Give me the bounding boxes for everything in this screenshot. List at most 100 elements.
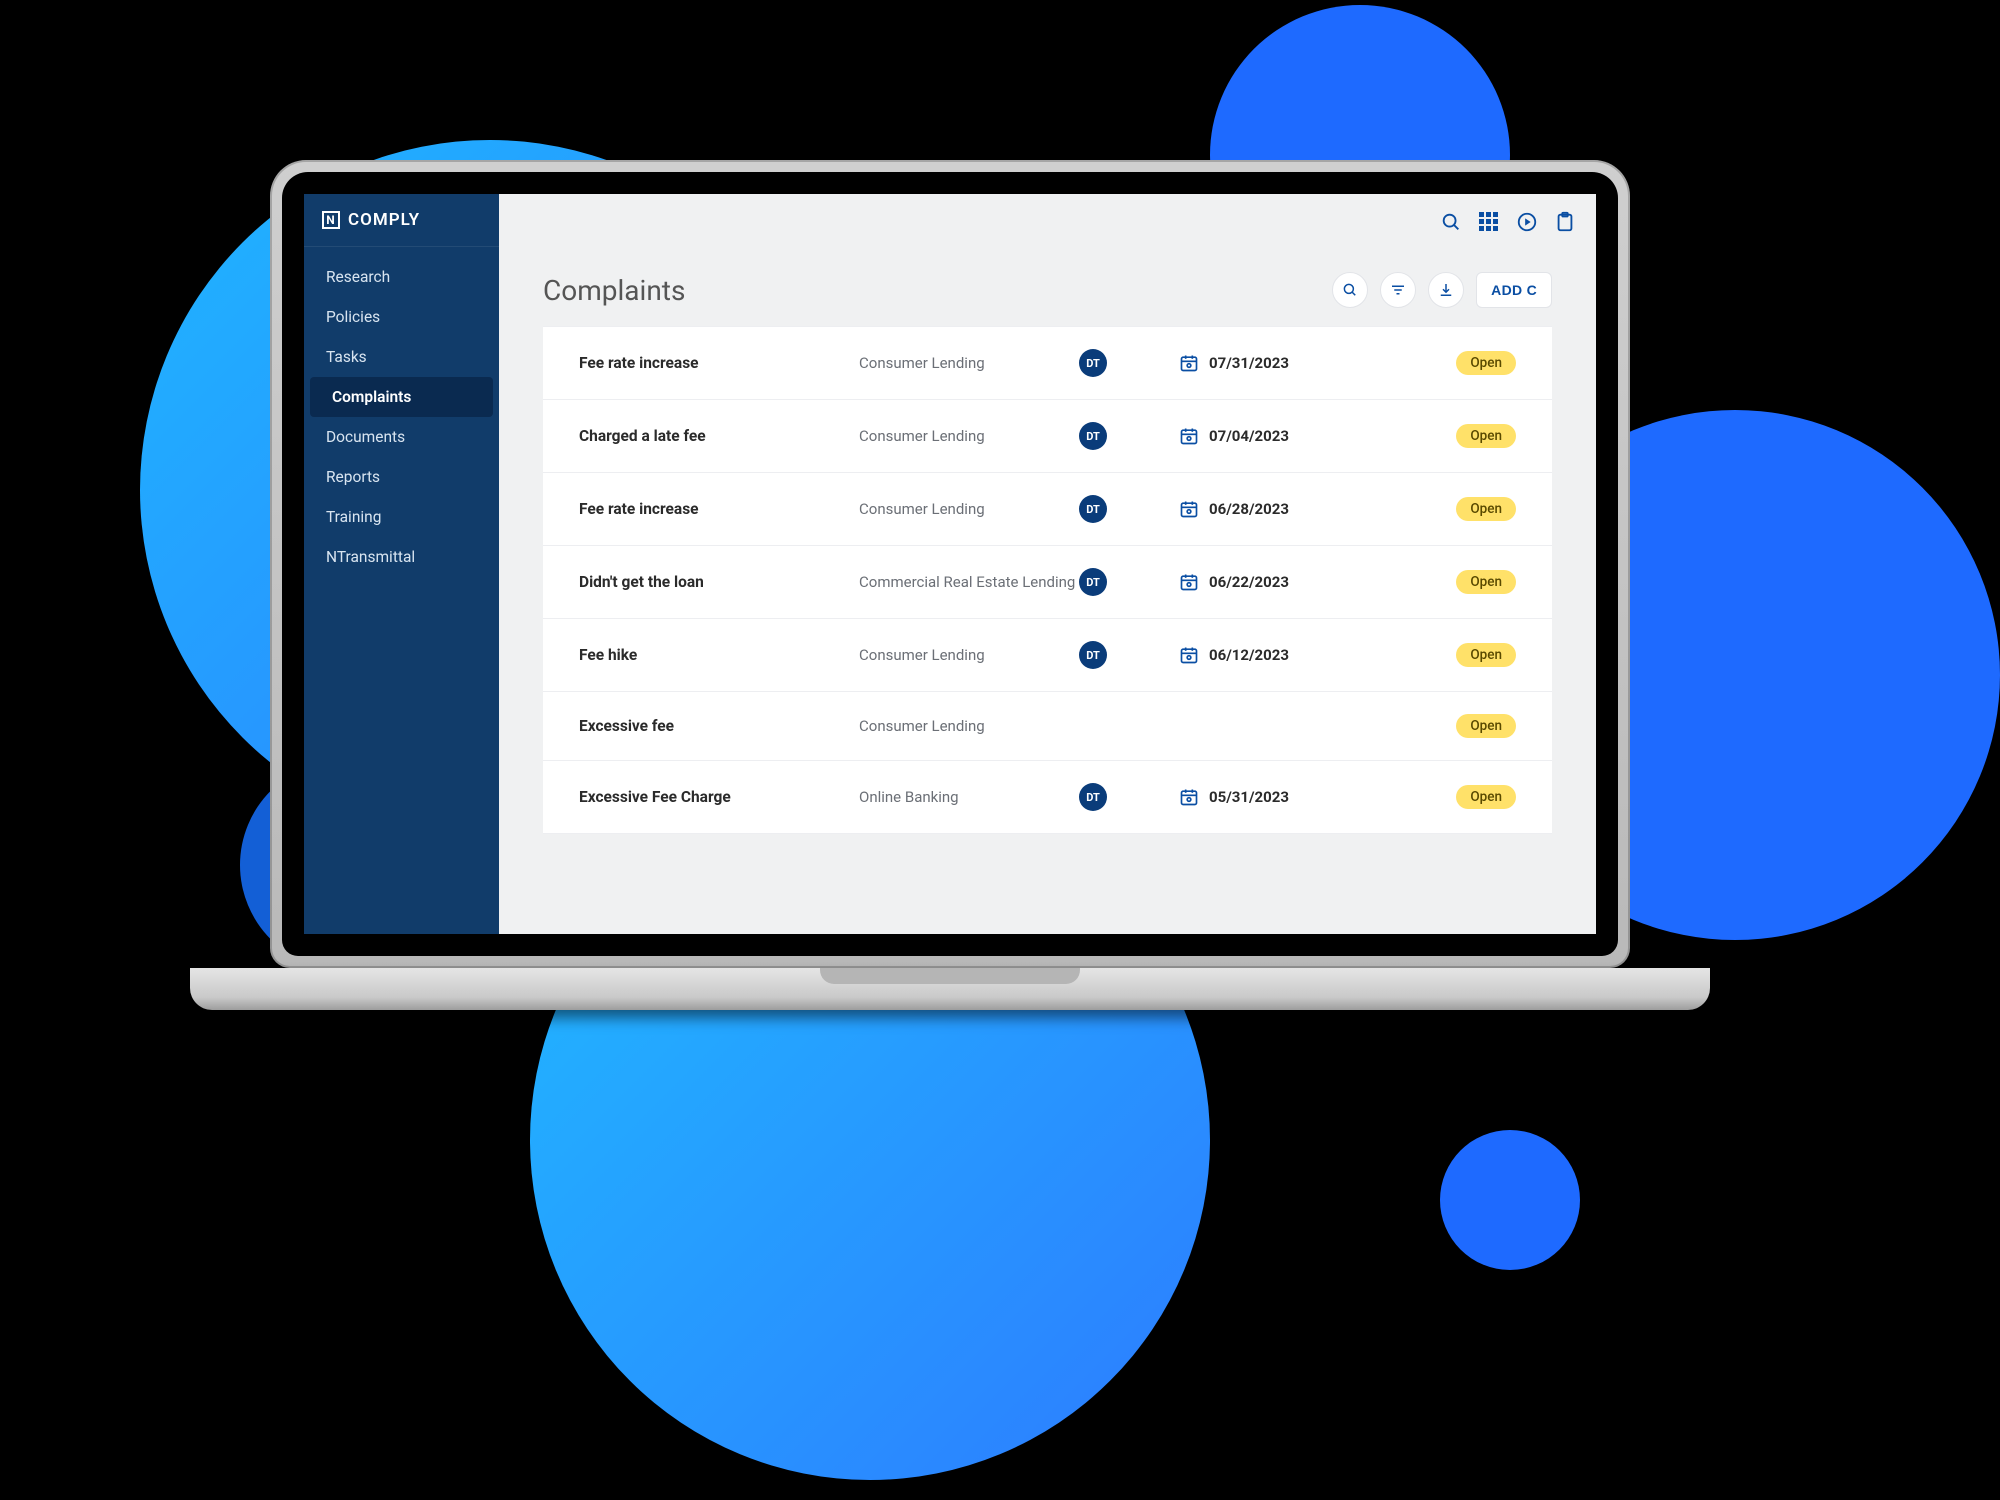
assignee-avatar[interactable]: DT xyxy=(1079,568,1107,596)
date-cell: 07/04/2023 xyxy=(1179,426,1369,446)
assignee-cell: DT xyxy=(1079,641,1179,669)
complaint-category: Consumer Lending xyxy=(859,500,1079,518)
sidebar-item-reports[interactable]: Reports xyxy=(304,457,499,497)
sidebar-item-ntransmittal[interactable]: NTransmittal xyxy=(304,537,499,577)
download-button[interactable] xyxy=(1428,272,1464,308)
status-badge: Open xyxy=(1456,424,1516,448)
sidebar-item-tasks[interactable]: Tasks xyxy=(304,337,499,377)
complaint-date: 06/28/2023 xyxy=(1209,500,1289,518)
complaint-category: Consumer Lending xyxy=(859,354,1079,372)
assignee-avatar[interactable]: DT xyxy=(1079,495,1107,523)
sidebar-item-research[interactable]: Research xyxy=(304,257,499,297)
table-row[interactable]: Fee rate increaseConsumer LendingDT 06/28… xyxy=(543,473,1552,546)
filter-button[interactable] xyxy=(1380,272,1416,308)
page-actions: ADD C xyxy=(1332,272,1552,308)
date-cell: 07/31/2023 xyxy=(1179,353,1369,373)
assignee-avatar[interactable]: DT xyxy=(1079,349,1107,377)
status-cell: Open xyxy=(1369,570,1516,594)
date-cell: 06/12/2023 xyxy=(1179,645,1369,665)
status-cell: Open xyxy=(1369,714,1516,738)
main-panel: Complaints ADD C xyxy=(499,194,1596,934)
help-icon[interactable] xyxy=(1516,211,1538,233)
sidebar-item-label: Policies xyxy=(326,308,380,326)
table-row[interactable]: Fee hikeConsumer LendingDT 06/12/2023 Open xyxy=(543,619,1552,692)
topbar xyxy=(499,194,1596,250)
status-badge: Open xyxy=(1456,643,1516,667)
status-badge: Open xyxy=(1456,570,1516,594)
complaint-date: 05/31/2023 xyxy=(1209,788,1289,806)
sidebar-nav: Research Policies Tasks Complaints Documents… xyxy=(304,247,499,577)
assignee-cell: DT xyxy=(1079,495,1179,523)
table-row[interactable]: Excessive Fee ChargeOnline BankingDT 05/3… xyxy=(543,761,1552,834)
complaint-category: Commercial Real Estate Lending xyxy=(859,573,1079,591)
date-cell: 05/31/2023 xyxy=(1179,787,1369,807)
complaint-title: Fee rate increase xyxy=(579,354,859,372)
sidebar: N COMPLY Research Policies Tasks Complaints… xyxy=(304,194,499,934)
sidebar-item-label: NTransmittal xyxy=(326,548,415,566)
table-row[interactable]: Fee rate increaseConsumer LendingDT 07/31… xyxy=(543,326,1552,400)
search-button[interactable] xyxy=(1332,272,1368,308)
complaint-category: Consumer Lending xyxy=(859,427,1079,445)
status-badge: Open xyxy=(1456,351,1516,375)
date-cell: 06/22/2023 xyxy=(1179,572,1369,592)
calendar-icon xyxy=(1179,499,1199,519)
sidebar-item-label: Reports xyxy=(326,468,380,486)
apps-grid-icon[interactable] xyxy=(1478,211,1500,233)
table-row[interactable]: Charged a late feeConsumer LendingDT 07/0… xyxy=(543,400,1552,473)
page-title: Complaints xyxy=(543,274,685,307)
sidebar-item-label: Complaints xyxy=(332,388,411,406)
complaint-title: Excessive fee xyxy=(579,717,859,735)
laptop-mock: N COMPLY Research Policies Tasks Complaints… xyxy=(270,160,1630,1010)
complaint-date: 06/22/2023 xyxy=(1209,573,1289,591)
brand-logo-icon: N xyxy=(322,211,340,229)
complaints-table: Fee rate increaseConsumer LendingDT07/31… xyxy=(543,326,1552,834)
complaint-title: Fee hike xyxy=(579,646,859,664)
sidebar-item-training[interactable]: Training xyxy=(304,497,499,537)
status-badge: Open xyxy=(1456,714,1516,738)
sidebar-item-policies[interactable]: Policies xyxy=(304,297,499,337)
calendar-icon xyxy=(1179,645,1199,665)
table-row[interactable]: Didn't get the loanCommercial Real Estat… xyxy=(543,546,1552,619)
complaint-title: Charged a late fee xyxy=(579,427,859,445)
page-header: Complaints ADD C xyxy=(499,250,1596,326)
brand-name: COMPLY xyxy=(348,210,420,230)
sidebar-item-label: Research xyxy=(326,268,390,286)
assignee-cell: DT xyxy=(1079,349,1179,377)
assignee-cell: DT xyxy=(1079,783,1179,811)
sidebar-item-label: Tasks xyxy=(326,348,367,366)
sidebar-item-documents[interactable]: Documents xyxy=(304,417,499,457)
sidebar-item-label: Documents xyxy=(326,428,405,446)
complaint-category: Online Banking xyxy=(859,788,1079,806)
complaint-date: 07/04/2023 xyxy=(1209,427,1289,445)
complaint-date: 06/12/2023 xyxy=(1209,646,1289,664)
status-cell: Open xyxy=(1369,497,1516,521)
search-icon[interactable] xyxy=(1440,211,1462,233)
calendar-icon xyxy=(1179,787,1199,807)
status-badge: Open xyxy=(1456,785,1516,809)
complaint-title: Didn't get the loan xyxy=(579,573,859,591)
status-cell: Open xyxy=(1369,351,1516,375)
bg-circle xyxy=(1440,1130,1580,1270)
complaint-category: Consumer Lending xyxy=(859,717,1079,735)
assignee-cell: DT xyxy=(1079,568,1179,596)
sidebar-item-label: Training xyxy=(326,508,381,526)
complaint-date: 07/31/2023 xyxy=(1209,354,1289,372)
app-window: N COMPLY Research Policies Tasks Complaints… xyxy=(304,194,1596,934)
status-cell: Open xyxy=(1369,643,1516,667)
date-cell: 06/28/2023 xyxy=(1179,499,1369,519)
complaint-category: Consumer Lending xyxy=(859,646,1079,664)
assignee-cell: DT xyxy=(1079,422,1179,450)
complaint-title: Excessive Fee Charge xyxy=(579,788,859,806)
assignee-avatar[interactable]: DT xyxy=(1079,783,1107,811)
sidebar-item-complaints[interactable]: Complaints xyxy=(310,377,493,417)
add-complaint-button[interactable]: ADD C xyxy=(1476,272,1552,308)
table-row[interactable]: Excessive feeConsumer Lending Open xyxy=(543,692,1552,761)
assignee-avatar[interactable]: DT xyxy=(1079,641,1107,669)
assignee-avatar[interactable]: DT xyxy=(1079,422,1107,450)
clipboard-icon[interactable] xyxy=(1554,211,1576,233)
brand[interactable]: N COMPLY xyxy=(304,194,499,247)
complaint-title: Fee rate increase xyxy=(579,500,859,518)
calendar-icon xyxy=(1179,572,1199,592)
status-cell: Open xyxy=(1369,785,1516,809)
calendar-icon xyxy=(1179,426,1199,446)
